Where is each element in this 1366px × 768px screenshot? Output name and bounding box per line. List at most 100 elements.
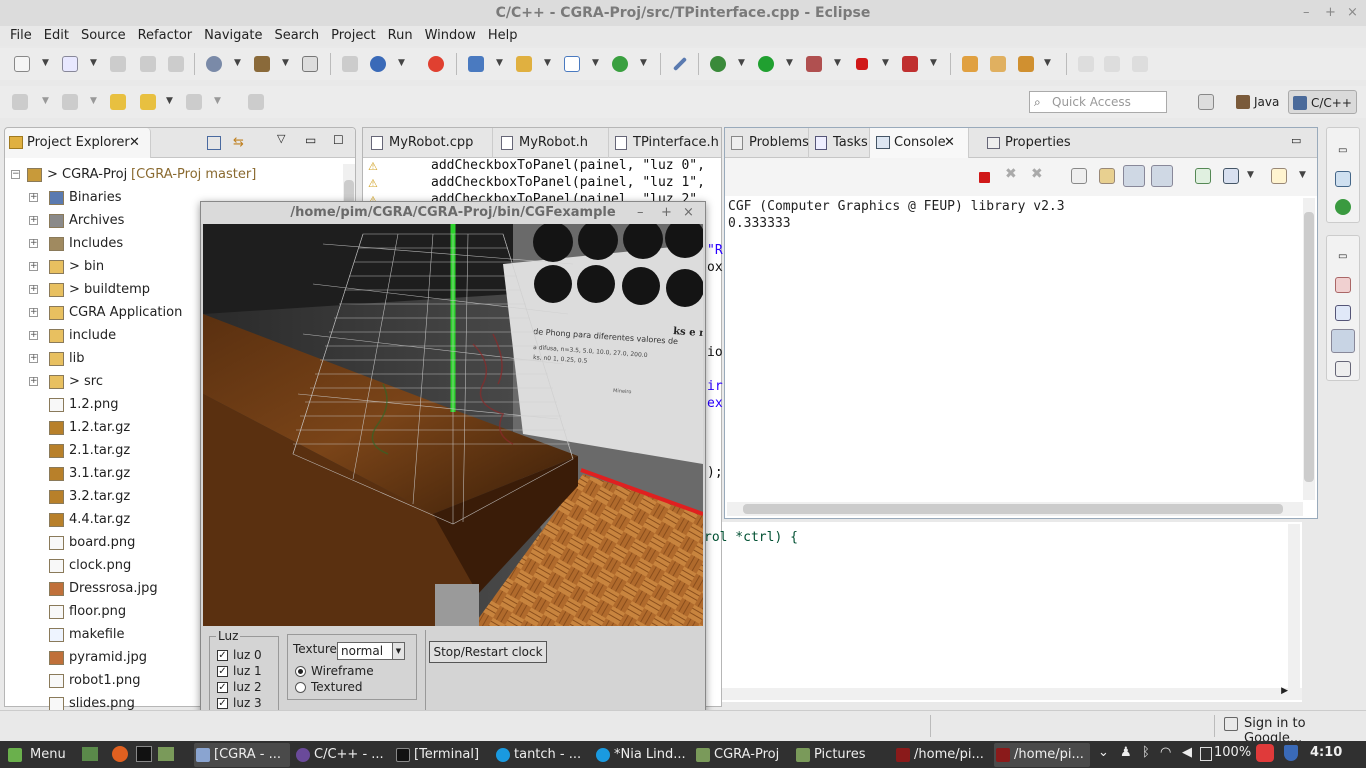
tab-problems[interactable]: Problems [725,128,809,158]
new-dropdown-icon[interactable]: ▼ [42,58,49,68]
tab-tpinterface-h[interactable]: TPinterface.h [609,128,721,158]
stop-icon[interactable] [856,58,868,70]
external-tools-icon[interactable] [902,56,918,72]
menu-run[interactable]: Run [382,26,419,46]
console-icon[interactable] [1331,329,1355,353]
shield-icon[interactable] [1284,745,1298,761]
profile-dropdown-icon[interactable]: ▼ [834,58,841,68]
task-home-pim-1[interactable]: /home/pi... [894,743,990,767]
collapse-icon[interactable]: − [11,170,20,179]
terminate-icon[interactable] [979,172,990,183]
bluetooth-icon[interactable]: ᛒ [1142,745,1150,760]
tab-project-explorer[interactable]: Project Explorer ✕ [5,128,151,158]
minimize-icon[interactable]: – [637,202,644,224]
open-folder-icon[interactable] [990,56,1006,72]
remove-all-icon[interactable]: ✖ [1031,166,1043,182]
restore-icon[interactable]: ▭ [1338,145,1347,156]
new-icon[interactable] [14,56,30,72]
task-pictures[interactable]: Pictures [794,743,890,767]
textured-radio[interactable] [295,682,306,693]
next-annotation-icon[interactable] [12,94,28,110]
tab-myrobot-h[interactable]: MyRobot.h [495,128,609,158]
forward-dropdown-icon[interactable]: ▼ [214,96,221,106]
tab-console[interactable]: Console ✕ [869,128,969,158]
link-editor-icon[interactable]: ⇆ [233,136,249,150]
refresh-icon[interactable] [612,56,628,72]
code-line[interactable]: addCheckboxToPanel(painel, "luz 0", [431,158,705,173]
tree-item[interactable]: − > CGRA-Proj [CGRA-Proj master] [5,164,335,186]
close-icon[interactable]: × [683,202,694,224]
maximize-view-icon[interactable]: ☐ [333,133,344,147]
expand-icon[interactable]: + [29,377,38,386]
build-config-dropdown-icon[interactable]: ▼ [234,58,241,68]
expand-icon[interactable]: + [29,331,38,340]
debug-stack-icon[interactable] [342,56,358,72]
task-terminal[interactable]: [Terminal] [394,743,490,767]
battery-icon[interactable] [1200,747,1212,761]
close-tab-icon[interactable]: ✕ [129,128,140,158]
print-icon[interactable] [168,56,184,72]
console-v-scrollbar[interactable] [1303,198,1315,500]
profile-icon[interactable] [806,56,822,72]
texture-select[interactable]: normal ▼ [337,642,405,660]
pin-editor-icon[interactable] [248,94,264,110]
menu-refactor[interactable]: Refactor [132,26,199,46]
properties-icon[interactable] [1335,361,1351,377]
collapse-all-icon[interactable] [207,136,221,150]
open-console-dropdown-icon[interactable]: ▼ [1299,170,1306,180]
save-all-icon[interactable] [140,56,156,72]
task-eclipse[interactable]: C/C++ - ... [294,743,390,767]
expand-icon[interactable]: + [29,216,38,225]
show-on-output-icon[interactable] [1123,165,1145,187]
new-class-icon[interactable] [564,56,580,72]
run-icon[interactable] [758,56,774,72]
show-desktop-icon[interactable] [82,747,98,761]
perspective-cpp[interactable]: C/C++ [1288,90,1357,114]
luz-0-checkbox[interactable]: ✓ [217,650,228,661]
problems-icon[interactable] [1335,277,1351,293]
luz-2-checkbox[interactable]: ✓ [217,682,228,693]
restore-icon[interactable]: ▭ [1338,251,1347,262]
outline-icon[interactable] [1335,171,1351,187]
menu-window[interactable]: Window [419,26,482,46]
pencil-icon[interactable] [1018,56,1034,72]
luz-3-checkbox[interactable]: ✓ [217,698,228,709]
display-console-dropdown-icon[interactable]: ▼ [1247,170,1254,180]
files-icon[interactable] [158,747,174,761]
tasks-icon[interactable] [1335,305,1351,321]
maximize-icon[interactable]: + [1325,0,1336,26]
task-home-pim-2[interactable]: /home/pi... [994,743,1090,767]
new-cpp-project-dropdown-icon[interactable]: ▼ [496,58,503,68]
menu-file[interactable]: File [4,26,38,46]
back-dropdown-icon[interactable]: ▼ [166,96,173,106]
heart-icon[interactable] [1256,744,1274,762]
save-icon[interactable] [110,56,126,72]
globe-icon[interactable] [370,56,386,72]
view-menu-icon[interactable]: ▽ [277,132,285,145]
code-line[interactable]: addCheckboxToPanel(painel, "luz 1", [431,175,705,190]
pin-console-icon[interactable] [1195,168,1211,184]
maximize-view-icon[interactable]: ▭ [1291,134,1301,147]
stop-restart-clock-button[interactable]: Stop/Restart clock [429,641,547,663]
close-tab-icon[interactable]: ✕ [944,128,955,158]
forward-icon[interactable] [186,94,202,110]
expand-icon[interactable]: + [29,308,38,317]
back-icon[interactable] [140,94,156,110]
opengl-viewport[interactable]: de Phong para diferentes valores de ks e… [203,224,703,626]
editor-h-scrollbar[interactable]: ▶ [722,686,1302,700]
menu-navigate[interactable]: Navigate [198,26,268,46]
wifi-icon[interactable]: ◠ [1160,745,1171,760]
start-menu-button[interactable]: Menu [4,743,74,767]
new-project-dropdown-icon[interactable]: ▼ [90,58,97,68]
remove-launch-icon[interactable]: ✖ [1005,166,1017,182]
console-output[interactable]: CGF (Computer Graphics @ FEUP) library v… [728,198,1065,232]
chevron-down-icon[interactable]: ▼ [392,643,404,659]
network-icon[interactable]: ⌄ [1098,745,1109,760]
scroll-lock-icon[interactable] [1099,168,1115,184]
terminal-icon[interactable] [136,746,152,762]
globe-dropdown-icon[interactable]: ▼ [398,58,405,68]
new-class-dropdown-icon[interactable]: ▼ [592,58,599,68]
editor-scrollbar[interactable] [1288,524,1300,688]
make-target-icon[interactable] [1335,199,1351,215]
task-cgra-proj-folder[interactable]: CGRA-Proj [694,743,790,767]
